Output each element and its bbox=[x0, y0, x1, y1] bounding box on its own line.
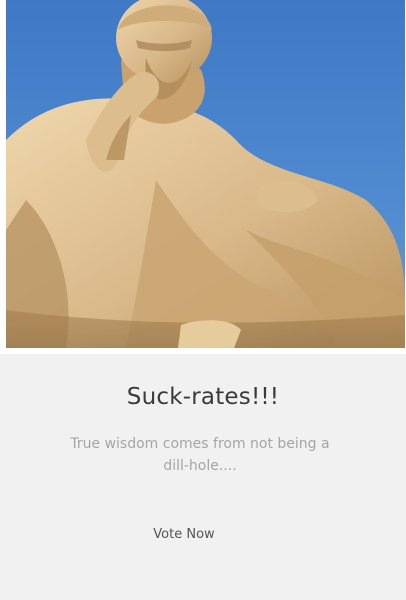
post-card: Suck-rates!!! True wisdom comes from not… bbox=[0, 0, 406, 600]
image-frame bbox=[0, 0, 406, 354]
statue-image bbox=[6, 0, 405, 348]
statue-illustration bbox=[6, 0, 405, 348]
vote-now-button[interactable]: Vote Now bbox=[134, 521, 234, 547]
card-description: True wisdom comes from not being a dill-… bbox=[70, 436, 330, 474]
card-title: Suck-rates!!! bbox=[126, 384, 280, 410]
